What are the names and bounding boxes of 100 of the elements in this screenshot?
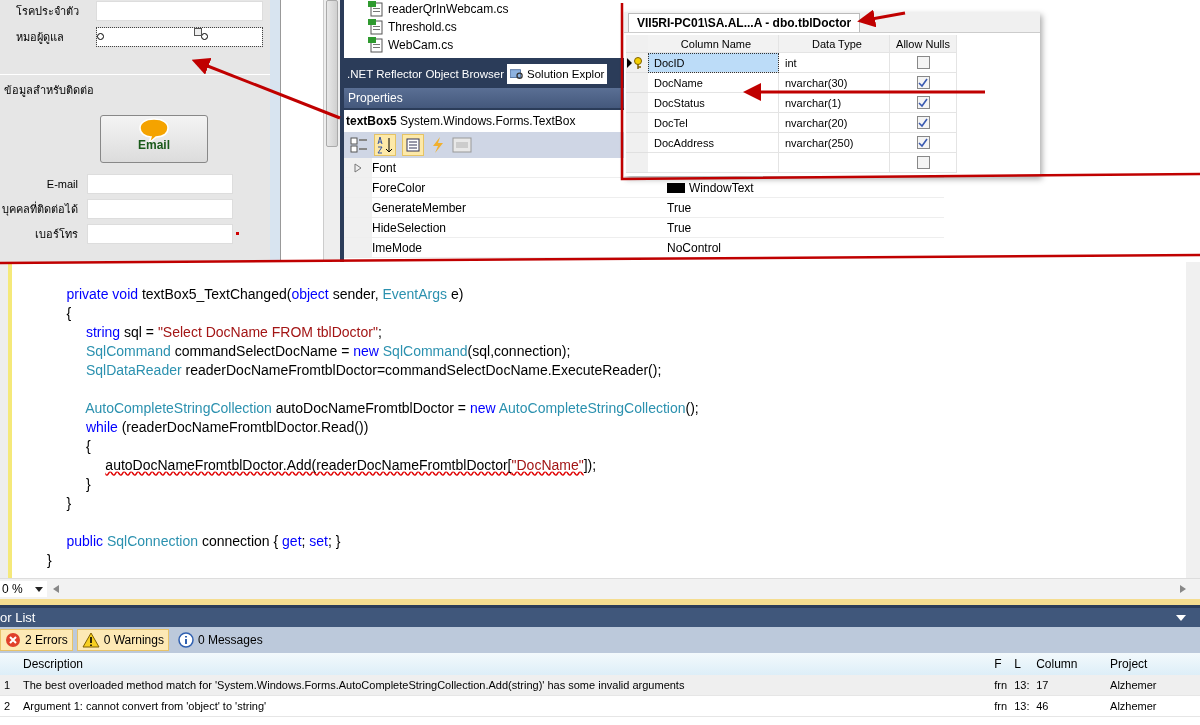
group-title: ข้อมูลสำหรับติดต่อ xyxy=(3,83,95,99)
code-line: private void textBox5_TextChanged(object sender, EventArgs e) xyxy=(65,286,464,302)
table-cell-text: The best overloaded method match for 'System.Windows.Forms.AutoCompleteStringCollection.Add(string)' has some invalid arguments xyxy=(22,679,686,691)
property-name: ForeColor xyxy=(372,180,427,195)
table-cell: nvarchar(30) xyxy=(779,73,890,93)
column-header[interactable]: Column Name xyxy=(648,35,779,53)
property-name: HideSelection xyxy=(372,220,448,235)
checkbox[interactable] xyxy=(916,96,930,109)
table-cell-text: Argument 1: cannot convert from 'object' to 'string' xyxy=(22,700,268,712)
properties-icon[interactable] xyxy=(402,134,424,156)
text-field[interactable] xyxy=(87,198,233,219)
code-line: } xyxy=(84,476,91,492)
info-icon xyxy=(177,632,194,648)
property-pages-icon[interactable] xyxy=(452,136,472,154)
table-cell: nvarchar(1) xyxy=(779,93,890,113)
checkbox[interactable] xyxy=(916,76,930,89)
property-value[interactable]: NoControl xyxy=(667,240,722,255)
column-header[interactable]: Description xyxy=(18,657,995,671)
column-header[interactable]: Column xyxy=(1034,657,1107,671)
text-field[interactable] xyxy=(87,173,233,194)
field-label: E-mail xyxy=(45,177,79,190)
table-cell[interactable]: DocID xyxy=(648,53,779,73)
code-line: SqlDataReader readerDocNameFromtblDoctor=commandSelectDocName.ExecuteReader(); xyxy=(84,362,662,378)
file-item[interactable]: WebCam.cs xyxy=(388,38,454,52)
code-line: } xyxy=(47,552,52,568)
table-cell: int xyxy=(779,53,890,73)
row-header xyxy=(626,35,648,53)
code-line: AutoCompleteStringCollection autoDocNameFromtblDoctor = new AutoCompleteStringCollection(); xyxy=(84,400,699,416)
file-item[interactable]: readerQrInWebcam.cs xyxy=(388,2,509,16)
table-cell-text: 1 xyxy=(3,679,12,691)
code-line: string sql = "Select DocName FROM tblDoctor"; xyxy=(84,324,382,340)
row-header[interactable] xyxy=(626,53,648,73)
dropdown-icon[interactable] xyxy=(1176,614,1186,621)
checkbox[interactable] xyxy=(916,156,930,169)
email-button[interactable]: Email xyxy=(100,115,208,163)
file-item[interactable]: Threshold.cs xyxy=(388,20,457,34)
error-icon xyxy=(5,632,21,648)
checkbox[interactable] xyxy=(916,56,930,69)
code-line: { xyxy=(84,438,91,454)
arrow xyxy=(857,9,906,28)
table-cell[interactable]: DocName xyxy=(648,73,779,93)
table-cell[interactable] xyxy=(648,153,779,173)
warning-icon xyxy=(81,632,100,648)
splitter-bar[interactable] xyxy=(270,0,281,262)
property-name: Font xyxy=(372,160,397,175)
error-row[interactable]: 2 Argument 1: cannot convert from 'object' to 'string' frn 13: 46 Alzhemer xyxy=(0,696,1200,717)
field-label: หมอผู้ดูแล xyxy=(15,30,65,46)
zoom-combo[interactable]: 0 % xyxy=(0,581,47,597)
filter-button[interactable]: 0 Messages xyxy=(172,629,268,651)
property-name: ImeMode xyxy=(372,240,424,255)
color-swatch xyxy=(667,182,685,193)
document-tab[interactable]: VII5RI-PC01\SA.AL...A - dbo.tblDoctor xyxy=(628,13,861,32)
panel-tab[interactable]: .NET Reflector Object Browser xyxy=(344,64,507,84)
property-value[interactable]: True xyxy=(667,200,692,215)
column-header[interactable]: L xyxy=(1012,657,1035,671)
code-line: } xyxy=(65,495,72,511)
scroll-right-icon[interactable] xyxy=(1180,585,1186,593)
table-cell: nvarchar(250) xyxy=(779,133,890,153)
column-header[interactable]: Project xyxy=(1106,657,1200,671)
table-cell-text: 2 xyxy=(3,700,12,712)
column-header[interactable]: Allow Nulls xyxy=(890,35,957,53)
code-line: public SqlConnection connection { get; set; } xyxy=(65,533,341,549)
table-cell-text: 17 xyxy=(1035,679,1050,691)
table-cell-text: 13: xyxy=(1013,679,1031,691)
property-name: GenerateMember xyxy=(372,200,468,215)
code-line: SqlCommand commandSelectDocName = new SqlCommand(sql,connection); xyxy=(84,343,571,359)
table-cell-text: Alzhemer xyxy=(1109,700,1158,712)
filter-button[interactable]: 0 Warnings xyxy=(76,629,169,651)
csharp-file-icon xyxy=(368,19,384,35)
table-cell: nvarchar(20) xyxy=(779,113,890,133)
column-header[interactable]: F xyxy=(994,657,1013,671)
table-cell-text: frn xyxy=(994,700,1008,712)
column-header[interactable]: Data Type xyxy=(779,35,890,53)
code-line: autoDocNameFromtblDoctor.Add(readerDocNameFromtblDoctor["DocName"]); xyxy=(104,457,597,473)
property-value[interactable]: True xyxy=(667,220,692,235)
text-field[interactable] xyxy=(96,27,263,47)
table-cell[interactable]: DocAddress xyxy=(648,133,779,153)
required-mark xyxy=(236,232,239,235)
filter-button[interactable]: 2 Errors xyxy=(0,629,73,651)
expand-icon[interactable] xyxy=(354,162,362,173)
scroll-left-icon[interactable] xyxy=(52,585,59,593)
scrollbar[interactable] xyxy=(1186,262,1200,578)
table-cell[interactable]: DocStatus xyxy=(648,93,779,113)
table-cell-text: frn xyxy=(994,679,1008,691)
panel-tab[interactable]: Solution Explor xyxy=(507,64,608,84)
checkbox[interactable] xyxy=(916,116,930,129)
table-cell-text: 46 xyxy=(1035,700,1050,712)
table-cell-text: 13: xyxy=(1013,700,1031,712)
field-label: โรคประจำตัว xyxy=(15,4,80,19)
scrollbar[interactable] xyxy=(323,0,340,262)
field-label: บุคคลที่ติดต่อได้ xyxy=(1,200,79,218)
categorized-icon[interactable] xyxy=(350,136,368,154)
checkbox[interactable] xyxy=(916,136,930,149)
property-value[interactable]: WindowText xyxy=(689,180,754,195)
table-cell-text: Alzhemer xyxy=(1109,679,1158,691)
error-row[interactable]: 1 The best overloaded method match for 'System.Windows.Forms.AutoCompleteStringCollection.Add(string)' has some invalid arguments frn 13: 17 Alzhemer xyxy=(0,675,1200,696)
table-cell[interactable]: DocTel xyxy=(648,113,779,133)
text-field[interactable] xyxy=(87,223,233,244)
sort-alphabetical-icon[interactable] xyxy=(374,134,396,156)
text-field[interactable] xyxy=(96,1,263,21)
